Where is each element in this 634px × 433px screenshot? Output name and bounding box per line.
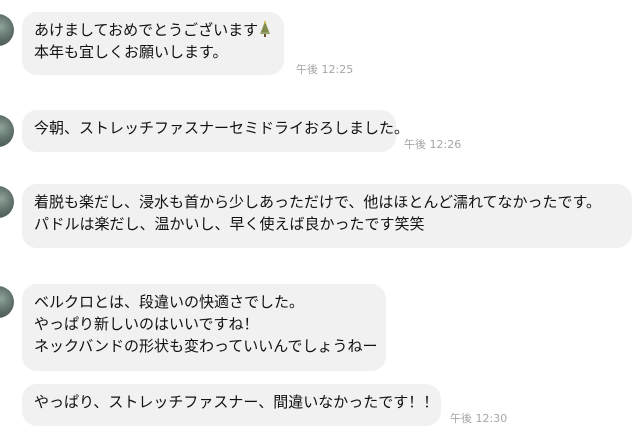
message-line: やっぱり、ストレッチファスナー、間違いなかったです！！ [34, 393, 439, 411]
message-bubble: やっぱり、ストレッチファスナー、間違いなかったです！！ [22, 384, 441, 426]
message-line: ベルクロとは、段違いの快適さでした。 [34, 293, 305, 311]
message-line: 今朝、ストレッチファスナーセミドライおろしました。 [34, 119, 410, 137]
message-timestamp: 午後 12:30 [450, 412, 508, 425]
christmas-tree-icon [260, 21, 271, 37]
message-bubble: 今朝、ストレッチファスナーセミドライおろしました。 [22, 110, 410, 152]
message-bubble: あけましておめでとうございます 本年も宜しくお願いします。 [22, 12, 284, 75]
message-line: やっぱり新しいのはいいですね！ [34, 315, 259, 333]
message-line: 着脱も楽だし、浸水も首から少しあっただけで、他はほとんど濡れてなかったです。 [34, 193, 602, 211]
avatar[interactable] [0, 14, 14, 46]
message-line: パドルは楽だし、温かいし、早く使えば良かったです笑笑 [34, 215, 425, 233]
message-bubble: ベルクロとは、段違いの快適さでした。 やっぱり新しいのはいいですね！ ネックバン… [22, 284, 386, 371]
message-line: あけましておめでとうございます [34, 19, 271, 41]
avatar[interactable] [0, 286, 14, 318]
message-line: ネックバンドの形状も変わっていいんでしょうねー [34, 337, 378, 355]
message-line: 本年も宜しくお願いします。 [34, 43, 228, 61]
avatar[interactable] [0, 115, 14, 147]
message-bubble: 着脱も楽だし、浸水も首から少しあっただけで、他はほとんど濡れてなかったです。 パ… [22, 184, 632, 248]
message-timestamp: 午後 12:26 [404, 138, 462, 151]
avatar[interactable] [0, 186, 14, 218]
message-timestamp: 午後 12:25 [296, 63, 354, 76]
